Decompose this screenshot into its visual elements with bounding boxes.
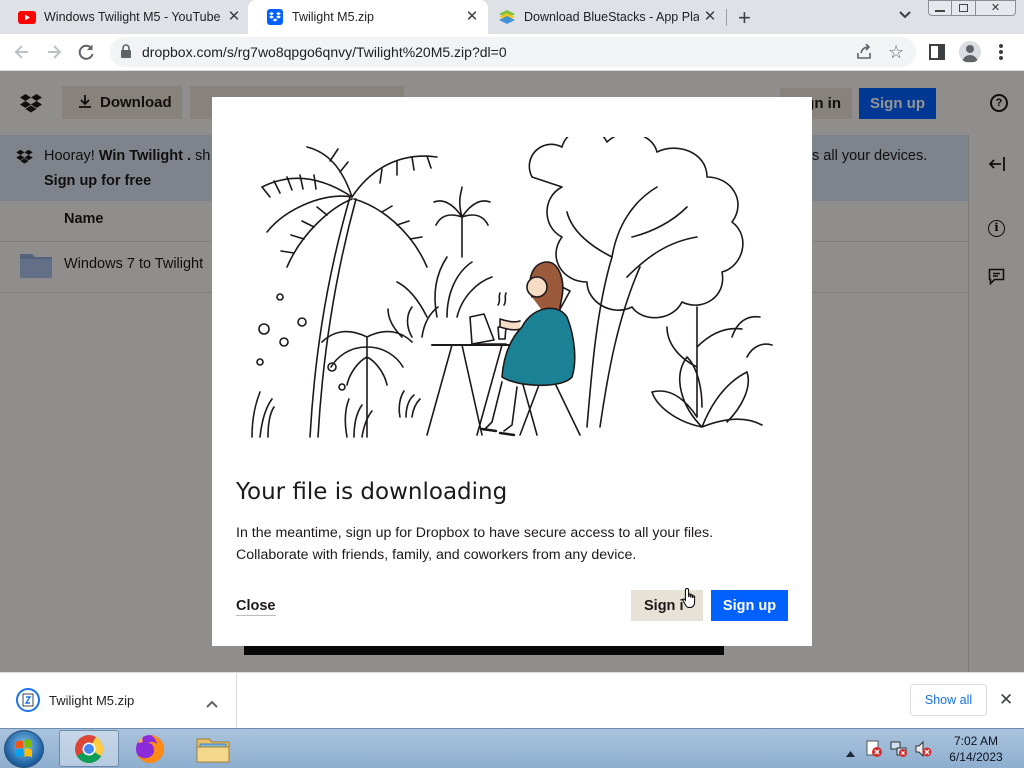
close-tab-icon[interactable]: ✕ xyxy=(464,9,480,25)
tab-youtube[interactable]: Windows Twilight M5 - YouTube ✕ xyxy=(0,0,250,34)
network-icon[interactable] xyxy=(890,740,908,763)
youtube-icon xyxy=(18,8,36,26)
tab-search-icon[interactable] xyxy=(898,8,912,27)
show-all-button[interactable]: Show all xyxy=(910,684,987,716)
tab-bluestacks[interactable]: Download BlueStacks - App Playe ✕ xyxy=(480,0,726,34)
close-shelf-icon[interactable]: ✕ xyxy=(999,690,1013,710)
reload-icon[interactable] xyxy=(76,42,96,67)
tray-expand-icon[interactable] xyxy=(846,744,855,762)
minimize-icon[interactable] xyxy=(928,0,952,16)
download-file-name: Twilight M5.zip xyxy=(49,693,135,708)
url-text: dropbox.com/s/rg7wo8qpgo6qnvy/Twilight%2… xyxy=(142,44,507,60)
volume-icon[interactable] xyxy=(914,740,932,763)
clock-time: 7:02 AM xyxy=(953,734,999,748)
dropbox-icon xyxy=(266,8,284,26)
action-center-icon[interactable] xyxy=(865,740,883,763)
download-shelf: Twilight M5.zip Show all ✕ xyxy=(0,672,1024,728)
close-window-icon[interactable]: ✕ xyxy=(976,0,1016,16)
restore-icon[interactable] xyxy=(952,0,976,16)
download-item[interactable]: Twilight M5.zip xyxy=(0,673,237,728)
share-icon[interactable] xyxy=(856,43,873,65)
sign-up-button[interactable]: Sign up xyxy=(711,590,788,621)
taskbar-chrome[interactable] xyxy=(59,730,119,767)
browser-menu-icon[interactable] xyxy=(999,44,1003,60)
new-tab-icon[interactable]: + xyxy=(738,5,751,31)
profile-avatar-icon[interactable] xyxy=(959,41,981,63)
clock-date: 6/14/2023 xyxy=(949,750,1003,764)
tab-dropbox[interactable]: Twilight M5.zip ✕ xyxy=(248,0,488,34)
clock[interactable]: 7:02 AM 6/14/2023 xyxy=(940,733,1012,765)
forward-icon[interactable] xyxy=(44,42,64,67)
explorer-folder-icon[interactable] xyxy=(196,734,230,769)
chrome-icon xyxy=(75,734,103,763)
hand-cursor-icon xyxy=(682,587,698,614)
download-modal: Your file is downloading In the meantime… xyxy=(212,97,812,646)
side-panel-icon[interactable] xyxy=(929,44,945,65)
close-button[interactable]: Close xyxy=(236,598,276,616)
tab-separator xyxy=(726,9,727,26)
modal-body: In the meantime, sign up for Dropbox to … xyxy=(236,525,714,563)
start-button-icon[interactable] xyxy=(4,730,44,768)
close-tab-icon[interactable]: ✕ xyxy=(226,9,242,25)
bookmark-star-icon[interactable]: ☆ xyxy=(888,42,904,63)
address-bar[interactable]: dropbox.com/s/rg7wo8qpgo6qnvy/Twilight%2… xyxy=(110,37,916,67)
tab-title: Download BlueStacks - App Playe xyxy=(524,10,699,24)
chevron-up-icon[interactable] xyxy=(206,695,218,713)
bluestacks-icon xyxy=(498,8,516,26)
browser-toolbar: dropbox.com/s/rg7wo8qpgo6qnvy/Twilight%2… xyxy=(0,34,1024,71)
windows-taskbar: 7:02 AM 6/14/2023 xyxy=(0,728,1024,768)
lock-icon[interactable] xyxy=(120,44,132,64)
window-controls: ✕ xyxy=(928,0,1018,16)
back-icon[interactable] xyxy=(12,42,32,67)
close-tab-icon[interactable]: ✕ xyxy=(702,9,718,25)
tab-strip: Windows Twilight M5 - YouTube ✕ Twilight… xyxy=(0,0,1024,34)
zip-file-icon xyxy=(16,688,40,712)
modal-title: Your file is downloading xyxy=(236,479,508,505)
tab-title: Twilight M5.zip xyxy=(292,10,374,24)
tab-title: Windows Twilight M5 - YouTube xyxy=(44,10,221,24)
firefox-icon[interactable] xyxy=(134,733,166,770)
